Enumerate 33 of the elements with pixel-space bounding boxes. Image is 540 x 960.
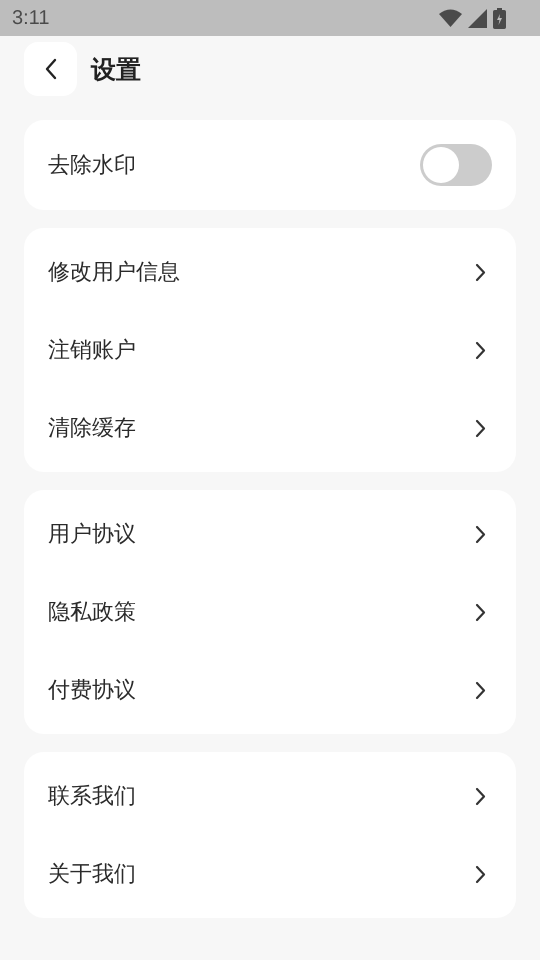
back-button[interactable] — [24, 42, 77, 96]
wifi-icon — [439, 9, 462, 27]
back-icon — [44, 58, 56, 80]
chevron-icon — [475, 602, 486, 622]
chevron-icon — [475, 786, 486, 806]
battery-icon — [493, 8, 506, 28]
settings-row[interactable]: 关于我们 — [24, 835, 516, 913]
chevron-icon — [475, 262, 486, 282]
status-time: 3:11 — [12, 6, 50, 30]
settings-row[interactable]: 用户协议 — [24, 495, 516, 573]
settings-row[interactable]: 付费协议 — [24, 651, 516, 729]
chevron-icon — [475, 524, 486, 544]
settings-row[interactable]: 隐私政策 — [24, 573, 516, 651]
settings-row[interactable]: 联系我们 — [24, 757, 516, 835]
setting-label: 修改用户信息 — [48, 259, 180, 287]
setting-label: 去除水印 — [48, 152, 136, 180]
setting-label: 隐私政策 — [48, 599, 136, 627]
toggle-switch[interactable] — [420, 144, 492, 186]
setting-label: 注销账户 — [48, 337, 136, 365]
setting-label: 付费协议 — [48, 677, 136, 705]
chevron-icon — [475, 864, 486, 884]
chevron-icon — [475, 340, 486, 360]
settings-row[interactable]: 修改用户信息 — [24, 233, 516, 311]
setting-label: 清除缓存 — [48, 415, 136, 443]
page-title: 设置 — [91, 54, 141, 86]
setting-label: 用户协议 — [48, 521, 136, 549]
settings-row[interactable]: 注销账户 — [24, 311, 516, 389]
chevron-icon — [475, 680, 486, 700]
chevron-icon — [475, 418, 486, 438]
signal-icon — [468, 8, 487, 28]
settings-row[interactable]: 清除缓存 — [24, 389, 516, 467]
setting-label: 关于我们 — [48, 861, 136, 889]
setting-label: 联系我们 — [48, 783, 136, 811]
